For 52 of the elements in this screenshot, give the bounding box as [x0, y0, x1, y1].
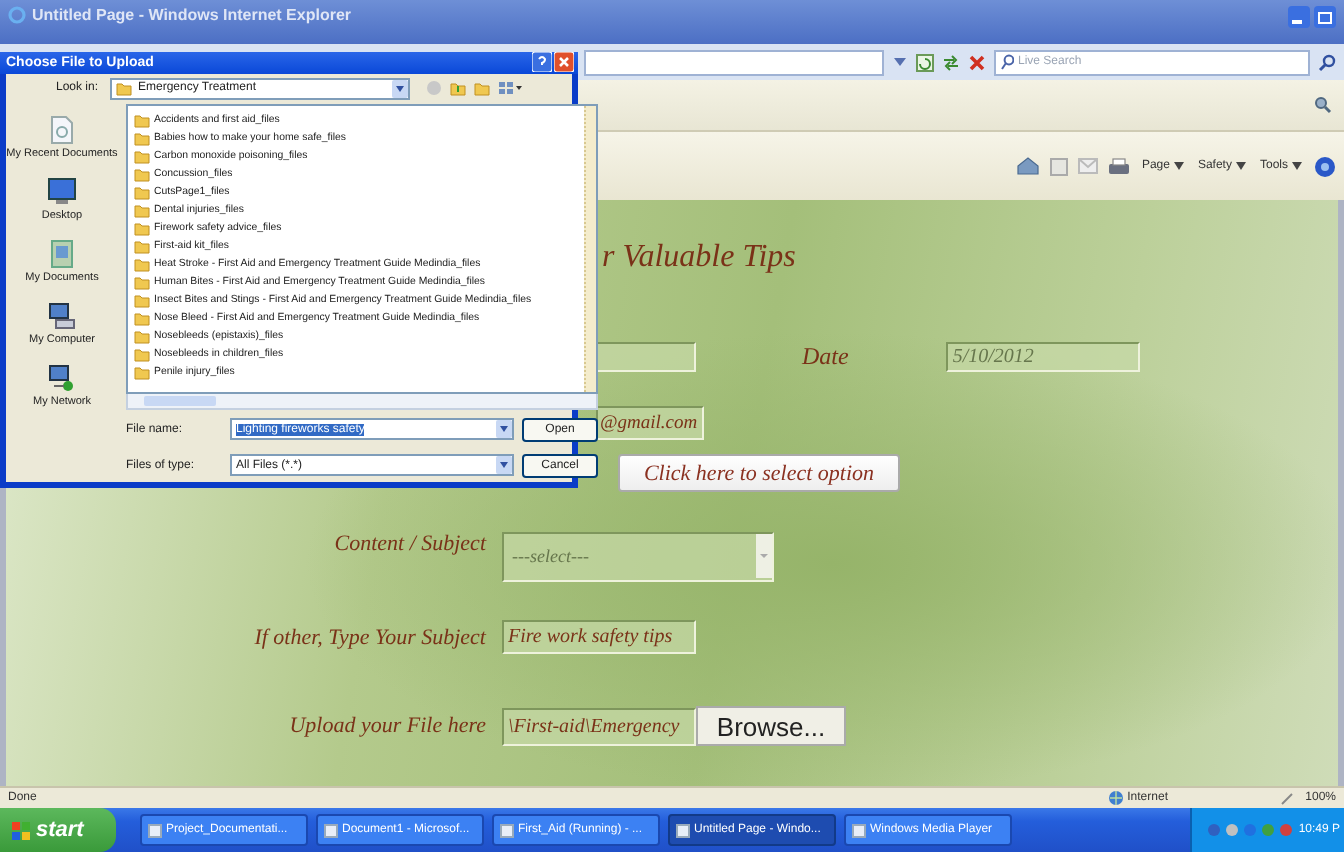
network-icon	[48, 364, 76, 392]
caret-icon	[1235, 162, 1246, 170]
zoom-icon[interactable]	[1314, 96, 1332, 114]
window-title: Untitled Page - Windows Internet Explorer	[32, 6, 351, 24]
select-placeholder: ---select---	[512, 546, 589, 566]
arrows-icon[interactable]	[942, 53, 960, 71]
home-icon[interactable]	[1015, 156, 1040, 176]
text-field[interactable]	[596, 341, 696, 371]
monitor-icon	[48, 178, 76, 206]
restore-icon[interactable]	[1314, 6, 1336, 28]
search-icon[interactable]	[1318, 53, 1336, 71]
new-folder-icon[interactable]	[474, 80, 490, 97]
computer-icon	[48, 302, 76, 330]
refresh-icon[interactable]	[916, 53, 934, 71]
up-folder-icon[interactable]	[450, 80, 466, 97]
caret-icon	[1173, 162, 1184, 170]
address-field[interactable]	[584, 49, 884, 75]
window-icon	[324, 823, 338, 837]
field-label: Content / Subject	[332, 532, 486, 560]
scroll-thumb[interactable]	[144, 396, 216, 406]
email-field[interactable]: @gmail.com	[596, 406, 704, 440]
minimize-icon[interactable]	[1288, 6, 1310, 28]
printer-icon[interactable]	[1107, 157, 1130, 175]
window-icon	[148, 823, 162, 837]
folder-icon	[48, 240, 76, 268]
dropdown-icon[interactable]	[892, 54, 908, 70]
window-icon	[852, 823, 866, 837]
field-label: Upload your File here	[287, 714, 486, 738]
window-icon	[500, 823, 514, 837]
dropdown-icon	[496, 420, 512, 438]
globe-icon	[1107, 790, 1124, 806]
search-icon	[1000, 54, 1014, 70]
dropdown-icon	[496, 456, 512, 474]
mail-icon[interactable]	[1077, 158, 1098, 174]
page-heading: r Valuable Tips	[602, 240, 798, 278]
select-option-button[interactable]: Click here to select option	[618, 454, 900, 492]
dropdown-icon	[756, 534, 772, 578]
scrollbar[interactable]	[126, 394, 598, 410]
document-icon	[48, 116, 76, 144]
view-menu-icon[interactable]	[498, 80, 522, 97]
close-icon[interactable]	[554, 52, 574, 73]
windows-logo-icon	[12, 821, 30, 839]
date-label: Date	[802, 341, 849, 371]
dropdown-icon	[392, 79, 408, 98]
subject-field[interactable]: Fire work safety tips	[502, 620, 696, 654]
browse-button[interactable]: Browse...	[696, 706, 846, 746]
file-path-field[interactable]: \First-aid\Emergency	[502, 707, 696, 745]
scrollbar[interactable]	[584, 106, 596, 392]
stop-icon[interactable]	[968, 53, 986, 71]
window-icon	[676, 823, 690, 837]
caret-icon	[1292, 162, 1302, 170]
field-label: If other, Type Your Subject	[252, 625, 486, 649]
